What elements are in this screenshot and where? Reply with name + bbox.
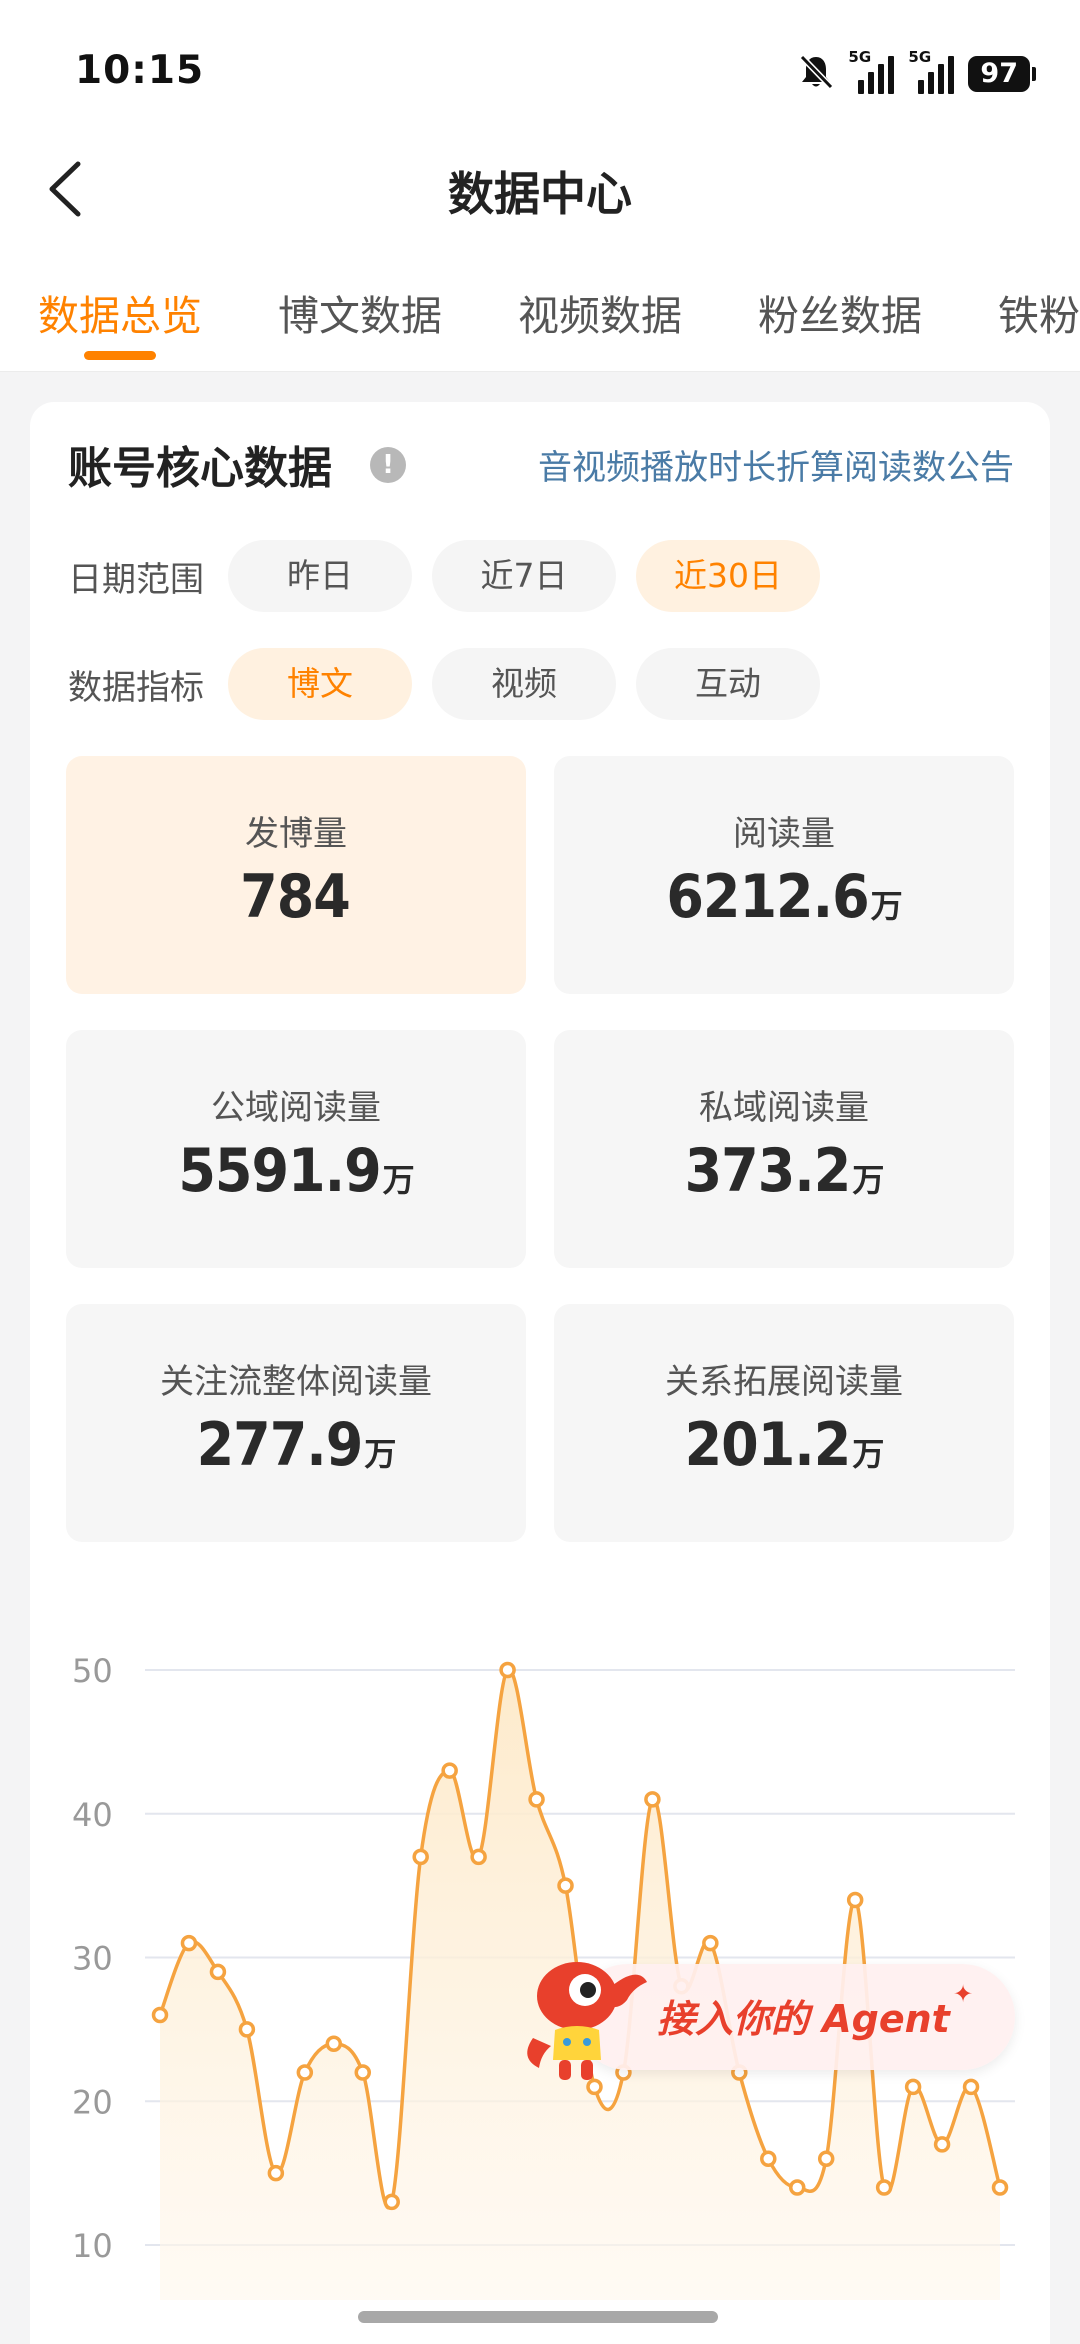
metric-option-interactions[interactable]: 互动 [636, 648, 820, 720]
stat-value: 373.2万 [684, 1136, 885, 1206]
metric-option-posts[interactable]: 博文 [228, 648, 412, 720]
home-indicator[interactable] [358, 2311, 718, 2323]
agent-banner-label: 接入你的 Agent [657, 1997, 950, 2041]
data-point[interactable] [528, 1791, 545, 1808]
data-point[interactable] [962, 2078, 980, 2096]
y-tick-label: 40 [72, 1796, 113, 1834]
data-point[interactable] [325, 2035, 343, 2052]
status-time: 10:15 [75, 48, 205, 93]
metric-label: 数据指标 [68, 668, 204, 708]
date-option-30d[interactable]: 近30日 [636, 540, 820, 612]
top-section: 10:15 5G 5G 97 数据中心 数据总览 博文数据 视频数据 粉丝数据 … [0, 0, 1080, 372]
sparkle-icon: ✦ [953, 1980, 974, 2008]
stat-value: 201.2万 [684, 1410, 885, 1480]
stat-label: 关注流整体阅读量 [160, 1362, 432, 1402]
data-point[interactable] [470, 1848, 487, 1866]
stat-label: 公域阅读量 [211, 1088, 381, 1128]
data-point[interactable] [788, 2179, 806, 2196]
stat-public-reads[interactable]: 公域阅读量 5591.9万 [66, 1030, 526, 1268]
metric-option-videos[interactable]: 视频 [432, 648, 616, 720]
stat-value: 6212.6万 [666, 862, 902, 932]
red-mascot-icon [527, 1962, 647, 2080]
stat-value: 277.9万 [196, 1410, 397, 1480]
tab-iron-fans[interactable]: 铁粉 [998, 282, 1080, 342]
tab-bar: 数据总览 博文数据 视频数据 粉丝数据 铁粉 [0, 270, 1080, 372]
data-point[interactable] [209, 1963, 227, 1981]
page-title: 数据中心 [448, 167, 632, 221]
data-point[interactable] [383, 2193, 400, 2211]
info-icon[interactable]: ! [370, 447, 406, 483]
tab-overview[interactable]: 数据总览 [38, 282, 202, 342]
card-title: 账号核心数据 [68, 443, 332, 494]
stat-label: 关系拓展阅读量 [665, 1362, 903, 1402]
data-point[interactable] [412, 1848, 429, 1866]
mute-bell-icon [798, 53, 834, 95]
tab-fans[interactable]: 粉丝数据 [758, 282, 922, 342]
stat-follow-feed-reads[interactable]: 关注流整体阅读量 277.9万 [66, 1304, 526, 1542]
stat-label: 阅读量 [733, 814, 835, 854]
data-point[interactable] [499, 1661, 516, 1679]
data-point[interactable] [354, 2064, 372, 2081]
stat-relationship-reads[interactable]: 关系拓展阅读量 201.2万 [554, 1304, 1014, 1542]
date-range-label: 日期范围 [68, 560, 204, 600]
data-point[interactable] [875, 2179, 893, 2196]
data-point[interactable] [238, 2021, 256, 2038]
date-option-yesterday[interactable]: 昨日 [228, 540, 412, 612]
tab-videos[interactable]: 视频数据 [518, 282, 682, 342]
data-point[interactable] [904, 2078, 922, 2096]
data-point[interactable] [441, 1762, 458, 1779]
stat-value: 5591.9万 [178, 1136, 414, 1206]
data-point[interactable] [296, 2064, 314, 2081]
stat-reads[interactable]: 阅读量 6212.6万 [554, 756, 1014, 994]
stat-private-reads[interactable]: 私域阅读量 373.2万 [554, 1030, 1014, 1268]
data-point[interactable] [933, 2136, 951, 2153]
data-point[interactable] [760, 2150, 777, 2167]
tab-posts[interactable]: 博文数据 [278, 282, 442, 342]
data-point[interactable] [846, 1891, 864, 1909]
battery-icon: 97 [968, 56, 1036, 92]
y-tick-label: 30 [72, 1940, 113, 1978]
data-point[interactable] [267, 2164, 285, 2182]
y-tick-label: 10 [72, 2227, 113, 2265]
status-icons: 5G 5G 97 [798, 48, 1036, 96]
y-tick-label: 50 [72, 1652, 113, 1690]
stat-value: 784 [240, 862, 351, 932]
nav-bar: 数据中心 [0, 140, 1080, 236]
data-point[interactable] [180, 1934, 198, 1952]
active-tab-indicator [84, 351, 156, 360]
notice-link[interactable]: 音视频播放时长折算阅读数公告 [538, 440, 1014, 489]
stat-post-count[interactable]: 发博量 784 [66, 756, 526, 994]
data-point[interactable] [817, 2150, 835, 2167]
data-point[interactable] [557, 1877, 574, 1894]
signal-5g-icon-2: 5G [908, 48, 955, 94]
data-point[interactable] [644, 1791, 661, 1808]
agent-banner[interactable]: 接入你的 Agent ✦ [515, 1938, 1020, 2080]
data-point[interactable] [151, 2006, 169, 2024]
date-option-7d[interactable]: 近7日 [432, 540, 616, 612]
signal-5g-icon: 5G [848, 48, 895, 94]
stat-label: 私域阅读量 [699, 1088, 869, 1128]
stat-label: 发博量 [245, 814, 347, 854]
data-point[interactable] [991, 2179, 1009, 2196]
y-tick-label: 20 [72, 2083, 113, 2121]
status-bar: 10:15 5G 5G 97 [0, 0, 1080, 140]
